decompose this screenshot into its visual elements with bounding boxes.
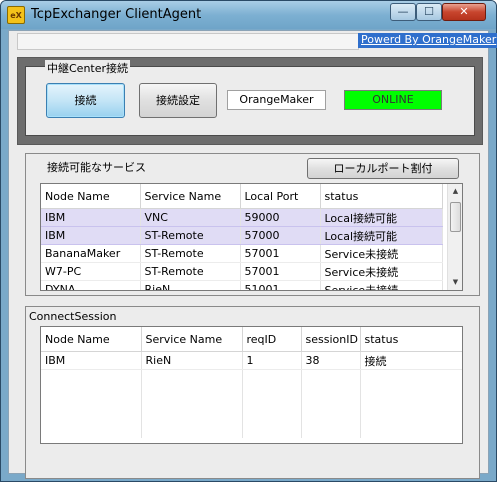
table-cell: IBM <box>41 351 142 370</box>
table-cell: RieN <box>140 280 241 290</box>
table-cell: 57000 <box>240 226 321 245</box>
empty-cell <box>301 421 361 438</box>
table-row[interactable]: BananaMaker ST-Remote 57001 Service未接続 <box>41 244 443 263</box>
maximize-icon: ☐ <box>424 5 434 18</box>
empty-cell <box>301 404 361 421</box>
empty-cell <box>242 421 302 438</box>
window-title: TcpExchanger ClientAgent <box>31 7 202 22</box>
column-header[interactable]: Service Name <box>141 327 243 352</box>
scroll-thumb[interactable] <box>450 202 461 232</box>
column-header[interactable]: status <box>320 184 443 209</box>
table-cell: Local接続可能 <box>320 226 443 245</box>
session-panel: ConnectSession Node Name Service Name reqI… <box>25 306 480 479</box>
table-cell: ST-Remote <box>140 262 241 281</box>
column-header[interactable]: Service Name <box>140 184 241 209</box>
app-icon: eX <box>7 6 25 24</box>
table-cell: VNC <box>140 208 241 227</box>
services-grid: Node Name Service Name Local Port status IB… <box>41 184 443 290</box>
empty-cell <box>141 421 243 438</box>
table-cell: W7-PC <box>41 262 141 281</box>
scroll-down-icon[interactable]: ▼ <box>448 275 462 290</box>
empty-cell <box>360 421 462 438</box>
table-row[interactable]: DYNA RieN 51001 Service未接続 <box>41 280 443 290</box>
empty-cell <box>301 387 361 404</box>
empty-row <box>41 369 462 387</box>
services-table: Node Name Service Name Local Port status IB… <box>40 183 463 291</box>
column-header[interactable]: Node Name <box>41 327 142 352</box>
top-bar <box>17 33 359 50</box>
empty-row <box>41 421 462 438</box>
empty-cell <box>242 369 302 387</box>
empty-cell <box>141 387 243 404</box>
table-cell: DYNA <box>41 280 141 290</box>
session-label: ConnectSession <box>29 310 117 323</box>
services-scrollbar[interactable]: ▲ ▼ <box>447 184 462 290</box>
session-header-row: Node Name Service Name reqID sessionID statu… <box>41 327 462 352</box>
empty-cell <box>242 387 302 404</box>
table-cell: 38 <box>301 351 361 370</box>
relay-panel: 中継Center接続 接続 接続設定 OrangeMaker ONLINE <box>17 57 483 145</box>
connect-button[interactable]: 接続 <box>46 83 125 118</box>
table-cell: IBM <box>41 208 141 227</box>
empty-cell <box>301 369 361 387</box>
empty-cell <box>41 369 142 387</box>
table-cell: RieN <box>141 351 243 370</box>
connection-status-badge: ONLINE <box>344 90 442 110</box>
column-header[interactable]: Node Name <box>41 184 141 209</box>
table-cell: Local接続可能 <box>320 208 443 227</box>
scroll-up-icon[interactable]: ▲ <box>448 184 462 199</box>
table-cell: 57001 <box>240 262 321 281</box>
column-header[interactable]: sessionID <box>301 327 361 352</box>
empty-cell <box>141 369 243 387</box>
empty-row <box>41 404 462 421</box>
powered-by-link[interactable]: Powerd By OrangeMaker <box>358 33 497 48</box>
relay-group-label: 中継Center接続 <box>45 60 131 76</box>
services-label: 接続可能なサービス <box>47 161 146 174</box>
table-cell: 59000 <box>240 208 321 227</box>
empty-cell <box>41 421 142 438</box>
client-area: Powerd By OrangeMaker 中継Center接続 接続 接続設定… <box>8 30 497 479</box>
table-row[interactable]: IBM RieN 1 38 接続 <box>41 351 462 370</box>
table-cell: IBM <box>41 226 141 245</box>
table-cell: 1 <box>242 351 302 370</box>
table-row[interactable]: IBM ST-Remote 57000 Local接続可能 <box>41 226 443 245</box>
table-row[interactable]: W7-PC ST-Remote 57001 Service未接続 <box>41 262 443 281</box>
minimize-button[interactable]: — <box>390 3 416 21</box>
table-row[interactable]: IBM VNC 59000 Local接続可能 <box>41 208 443 227</box>
table-cell: 57001 <box>240 244 321 263</box>
table-cell: ST-Remote <box>140 226 241 245</box>
empty-cell <box>141 404 243 421</box>
relay-host-field: OrangeMaker <box>227 90 326 110</box>
empty-row <box>41 387 462 404</box>
table-cell: Service未接続 <box>320 280 443 290</box>
local-port-assign-button[interactable]: ローカルポート割付 <box>307 158 459 179</box>
empty-cell <box>360 387 462 404</box>
table-cell: 接続 <box>360 351 462 370</box>
session-grid: Node Name Service Name reqID sessionID statu… <box>41 327 462 438</box>
empty-cell <box>360 369 462 387</box>
table-cell: ST-Remote <box>140 244 241 263</box>
column-header[interactable]: status <box>360 327 462 352</box>
title-bar[interactable]: eX TcpExchanger ClientAgent — ☐ ✕ <box>1 1 496 29</box>
table-cell: Service未接続 <box>320 244 443 263</box>
empty-cell <box>360 404 462 421</box>
maximize-button[interactable]: ☐ <box>416 3 442 21</box>
connection-settings-button[interactable]: 接続設定 <box>139 83 217 118</box>
close-button[interactable]: ✕ <box>442 3 486 21</box>
table-cell: 51001 <box>240 280 321 290</box>
services-header-row: Node Name Service Name Local Port status <box>41 184 443 209</box>
empty-cell <box>242 404 302 421</box>
empty-cell <box>41 387 142 404</box>
services-panel: 接続可能なサービス ローカルポート割付 Node Name Service Nam… <box>25 153 480 296</box>
close-icon: ✕ <box>459 5 469 18</box>
table-cell: BananaMaker <box>41 244 141 263</box>
minimize-icon: — <box>397 5 409 18</box>
empty-cell <box>41 404 142 421</box>
session-table: Node Name Service Name reqID sessionID statu… <box>40 326 463 444</box>
column-header[interactable]: reqID <box>242 327 302 352</box>
column-header[interactable]: Local Port <box>240 184 321 209</box>
table-cell: Service未接続 <box>320 262 443 281</box>
